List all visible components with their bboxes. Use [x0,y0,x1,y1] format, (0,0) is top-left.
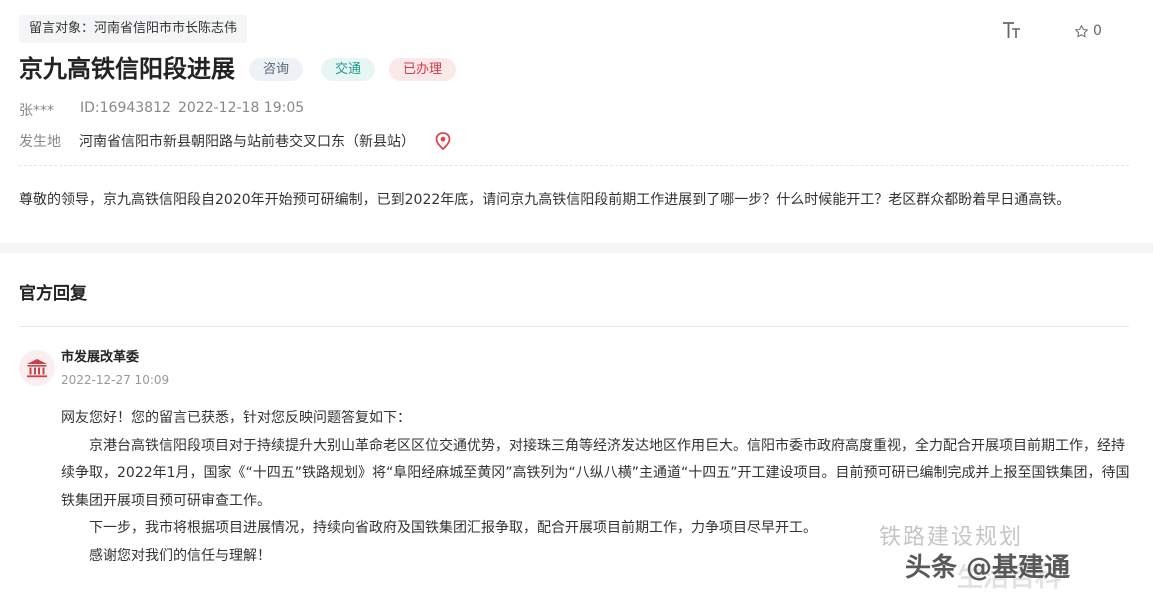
section-separator [0,243,1153,253]
reply-paragraph: 京港台高铁信阳段项目对于持续提升大别山革命老区区位交通优势，对接珠三角等经济发达… [61,437,1130,509]
map-pin-icon [435,132,451,151]
status-badge: 已办理 [389,58,457,81]
reply-closing: 感谢您对我们的信任与理解！ [89,547,271,564]
favorite-count: 0 [1093,23,1102,39]
message-panel: 留言对象：河南省信阳市市长陈志伟 0 京九高铁信阳段进展 咨询 交通 已办理 张… [0,0,1153,243]
government-building-icon [27,359,47,378]
avatar [19,350,55,386]
reply-paragraph: 下一步，我市将根据项目进展情况，持续向省政府及国铁集团汇报争取，配合开展项目前期… [89,520,817,536]
question-text: 尊敬的领导，京九高铁信阳段自2020年开始预可研编制，已到2022年底，请问京九… [19,192,1071,208]
reply-department: 市发展改革委 [61,350,140,365]
tag-consult: 咨询 [249,58,304,81]
reply-greeting: 网友您好！您的留言已获悉，针对您反映问题答复如下： [61,410,411,426]
location-value: 河南省信阳市新县朝阳路与站前巷交叉口东（新县站） [79,134,415,150]
tag-traffic: 交通 [321,58,376,81]
favorite-button[interactable]: 0 [1074,21,1102,41]
text-size-icon [1003,22,1020,38]
reply-date: 2022-12-27 10:09 [61,373,170,387]
page-title: 京九高铁信阳段进展 [19,55,235,83]
map-pin-button[interactable] [435,132,451,151]
message-date: 2022-12-18 19:05 [178,100,305,116]
author-name: 张*** [19,103,54,119]
location-label: 发生地 [19,134,61,150]
reply-heading: 官方回复 [19,284,87,304]
reply-body: 网友您好！您的留言已获悉，针对您反映问题答复如下： 京港台高铁信阳段项目对于持续… [61,405,1133,570]
reply-panel: 官方回复 市发展改革委 2022-12-27 10:09 网友您好！您的留言已获… [0,253,1153,593]
message-target-chip: 留言对象：河南省信阳市市长陈志伟 [19,15,248,43]
star-outline-icon [1075,24,1088,37]
message-id: ID:16943812 [80,100,171,116]
divider [19,165,1129,166]
divider [19,326,1129,327]
text-size-button[interactable] [1001,19,1023,41]
